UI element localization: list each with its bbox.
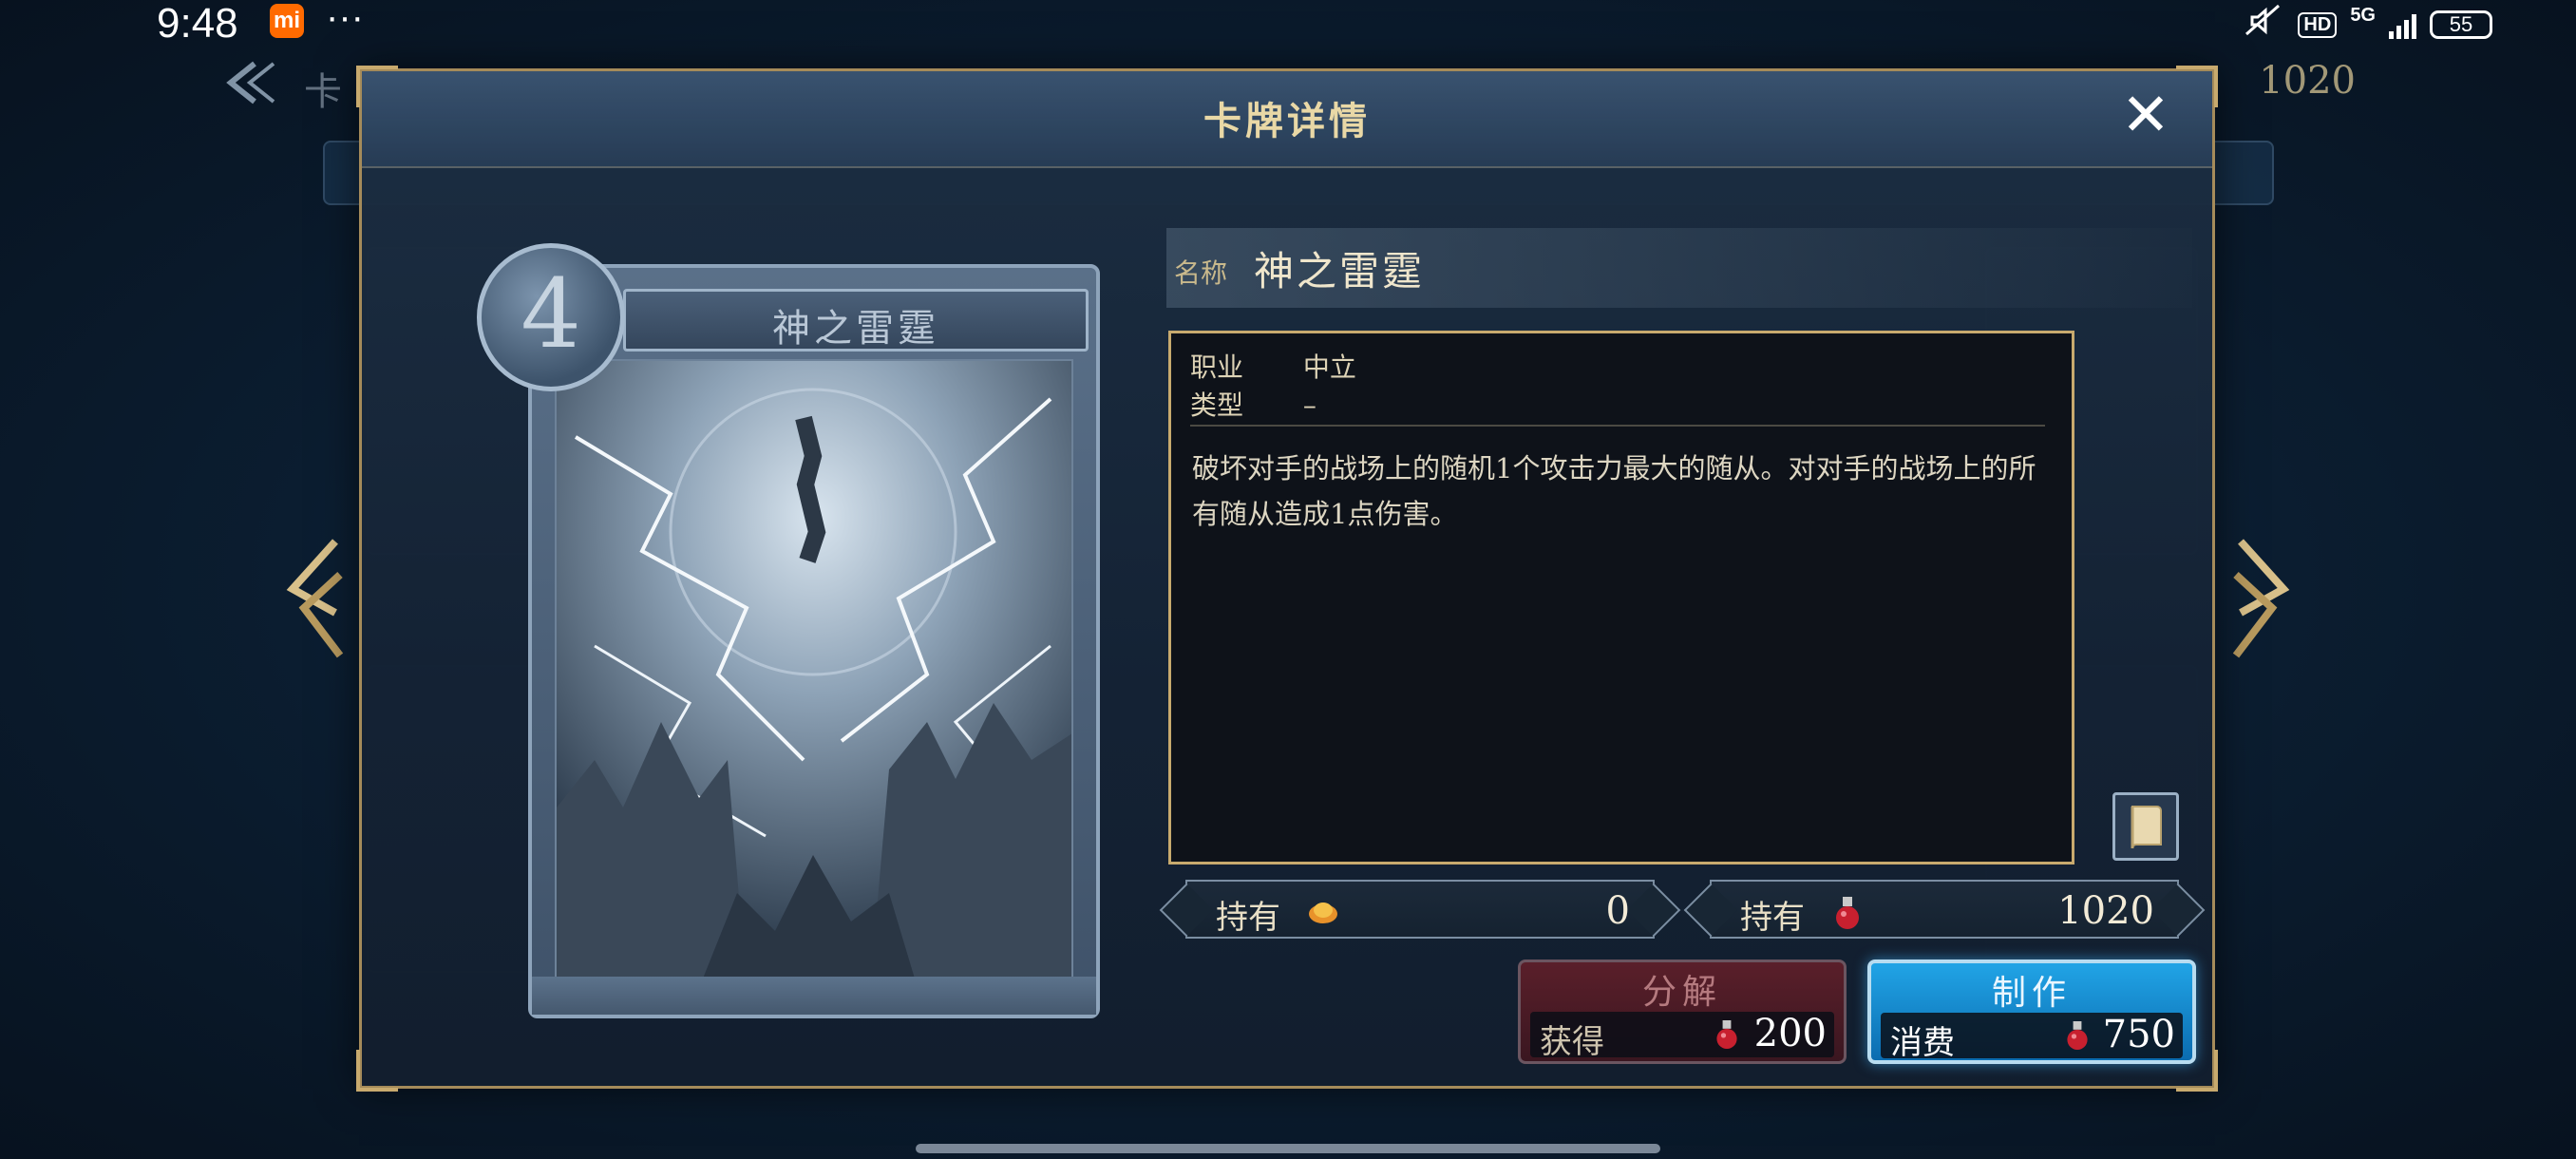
background-currency: 1020 — [2259, 59, 2356, 103]
owned-label: 持有 — [1216, 899, 1280, 937]
owned-label: 持有 — [1740, 899, 1805, 937]
card-orb-icon — [1307, 895, 1339, 931]
status-bar: 9:48 mi ··· HD 5G 55 — [0, 0, 2576, 47]
network-type: 5G — [2350, 4, 2376, 26]
craft-title: 制作 — [1991, 974, 2072, 1013]
dialog-title: 卡牌详情 — [1203, 99, 1371, 143]
background-title: 卡 — [304, 70, 342, 114]
type-label: 类型 — [1190, 390, 1244, 421]
mute-icon — [2243, 4, 2284, 46]
mana-cost: 4 — [521, 258, 581, 370]
back-arrow-icon[interactable] — [217, 59, 283, 106]
disenchant-title: 分解 — [1641, 973, 1722, 1012]
card-name-row: 名称 神之雷霆 — [1166, 228, 2192, 308]
disenchant-reward: 获得 200 — [1530, 1012, 1834, 1061]
hd-icon: HD — [2298, 11, 2338, 38]
disenchant-sub-label: 获得 — [1540, 1023, 1604, 1061]
craft-cost: 消费 750 — [1881, 1013, 2183, 1062]
dialog-header: 卡牌详情 ✕ — [362, 71, 2212, 168]
card-preview: 神之雷霆 — [528, 264, 1100, 1018]
disenchant-button[interactable]: 分解 获得 200 — [1518, 960, 1847, 1064]
red-vial-icon — [1713, 1017, 1741, 1055]
divider — [1190, 425, 2045, 427]
type-value: – — [1302, 390, 1316, 421]
previous-card-arrow-icon[interactable] — [283, 532, 350, 665]
battery-icon: 55 — [2430, 10, 2492, 39]
card-frame-bottom — [532, 977, 1096, 1015]
home-indicator[interactable] — [916, 1144, 1660, 1153]
owned-vial-value: 1020 — [2057, 889, 2154, 933]
signal-icon — [2389, 10, 2416, 39]
card-lore-book-icon[interactable] — [2112, 792, 2179, 861]
next-card-arrow-icon[interactable] — [2226, 532, 2293, 665]
mi-app-icon: mi — [270, 4, 304, 38]
class-row: 职业 中立 — [1190, 347, 1356, 385]
craft-button[interactable]: 制作 消费 750 — [1867, 960, 2196, 1064]
card-name-banner: 神之雷霆 — [623, 289, 1089, 352]
clock: 9:48 — [157, 0, 238, 47]
status-icons: HD 5G 55 — [2243, 4, 2492, 46]
card-artwork — [555, 359, 1073, 986]
owned-card-count: 持有 0 — [1185, 880, 1655, 939]
red-vial-icon — [2063, 1018, 2092, 1056]
class-value: 中立 — [1302, 352, 1356, 383]
card-name: 神之雷霆 — [772, 307, 939, 351]
name-label: 名称 — [1174, 257, 1228, 289]
close-button[interactable]: ✕ — [2117, 86, 2174, 145]
owned-vial-count: 持有 1020 — [1710, 880, 2179, 939]
mana-cost-gem: 4 — [477, 243, 625, 391]
craft-sub-label: 消费 — [1890, 1024, 1955, 1062]
type-row: 类型 – — [1190, 385, 1316, 423]
disenchant-value: 200 — [1753, 1012, 1827, 1055]
red-vial-icon — [1831, 895, 1864, 935]
card-description-panel: 职业 中立 类型 – 破坏对手的战场上的随机1个攻击力最大的随从。对对手的战场上… — [1168, 331, 2074, 864]
class-label: 职业 — [1190, 352, 1244, 383]
more-notifications-icon: ··· — [326, 0, 364, 38]
craft-value: 750 — [2102, 1013, 2175, 1056]
card-description: 破坏对手的战场上的随机1个攻击力最大的随从。对对手的战场上的所有随从造成1点伤害… — [1192, 452, 2036, 530]
corner-ornament — [356, 1050, 398, 1092]
name-value: 神之雷霆 — [1254, 248, 1426, 294]
owned-card-value: 0 — [1605, 889, 1630, 933]
